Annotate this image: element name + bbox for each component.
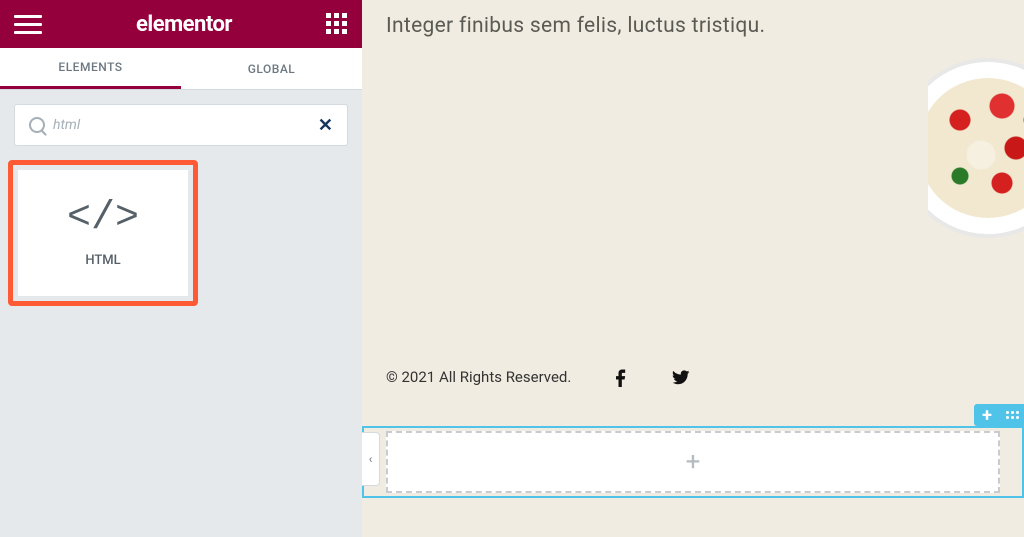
widget-html[interactable]: </> HTML [18,170,188,296]
footer-row: © 2021 All Rights Reserved. [386,367,691,387]
collapse-panel-button[interactable]: ‹ [362,432,380,486]
plus-icon: + [686,447,701,477]
clear-search-icon[interactable]: ✕ [318,115,333,136]
facebook-icon[interactable] [611,367,631,387]
twitter-icon[interactable] [671,367,691,387]
tab-global[interactable]: GLOBAL [181,48,362,89]
apps-grid-icon[interactable] [326,13,348,35]
widget-label: HTML [85,253,120,268]
search-field[interactable]: ✕ [14,104,348,146]
page-heading-text: Integer finibus sem felis, luctus tristi… [386,14,765,38]
section-drag-handle-icon[interactable] [1000,404,1024,426]
widget-results: </> HTML [0,160,362,306]
code-icon: </> [67,199,139,239]
hamburger-menu-icon[interactable] [14,10,42,38]
panel-header: elementor [0,0,362,48]
panel-tabs: ELEMENTS GLOBAL [0,48,362,90]
section-action-bar: + [974,404,1024,426]
tab-elements[interactable]: ELEMENTS [0,48,181,89]
editor-panel: elementor ELEMENTS GLOBAL ✕ </> HTML [0,0,362,537]
preview-canvas: Integer finibus sem felis, luctus tristi… [362,0,1024,537]
brand-logo: elementor [42,12,326,37]
copyright-text: © 2021 All Rights Reserved. [386,368,571,386]
widget-highlight-border: </> HTML [8,160,198,306]
drop-widget-area[interactable]: + [386,431,1000,493]
search-wrap: ✕ [0,90,362,160]
search-icon [29,117,45,133]
search-input[interactable] [53,117,318,133]
add-section-button[interactable]: + [974,404,1000,426]
hero-image [928,18,1024,368]
